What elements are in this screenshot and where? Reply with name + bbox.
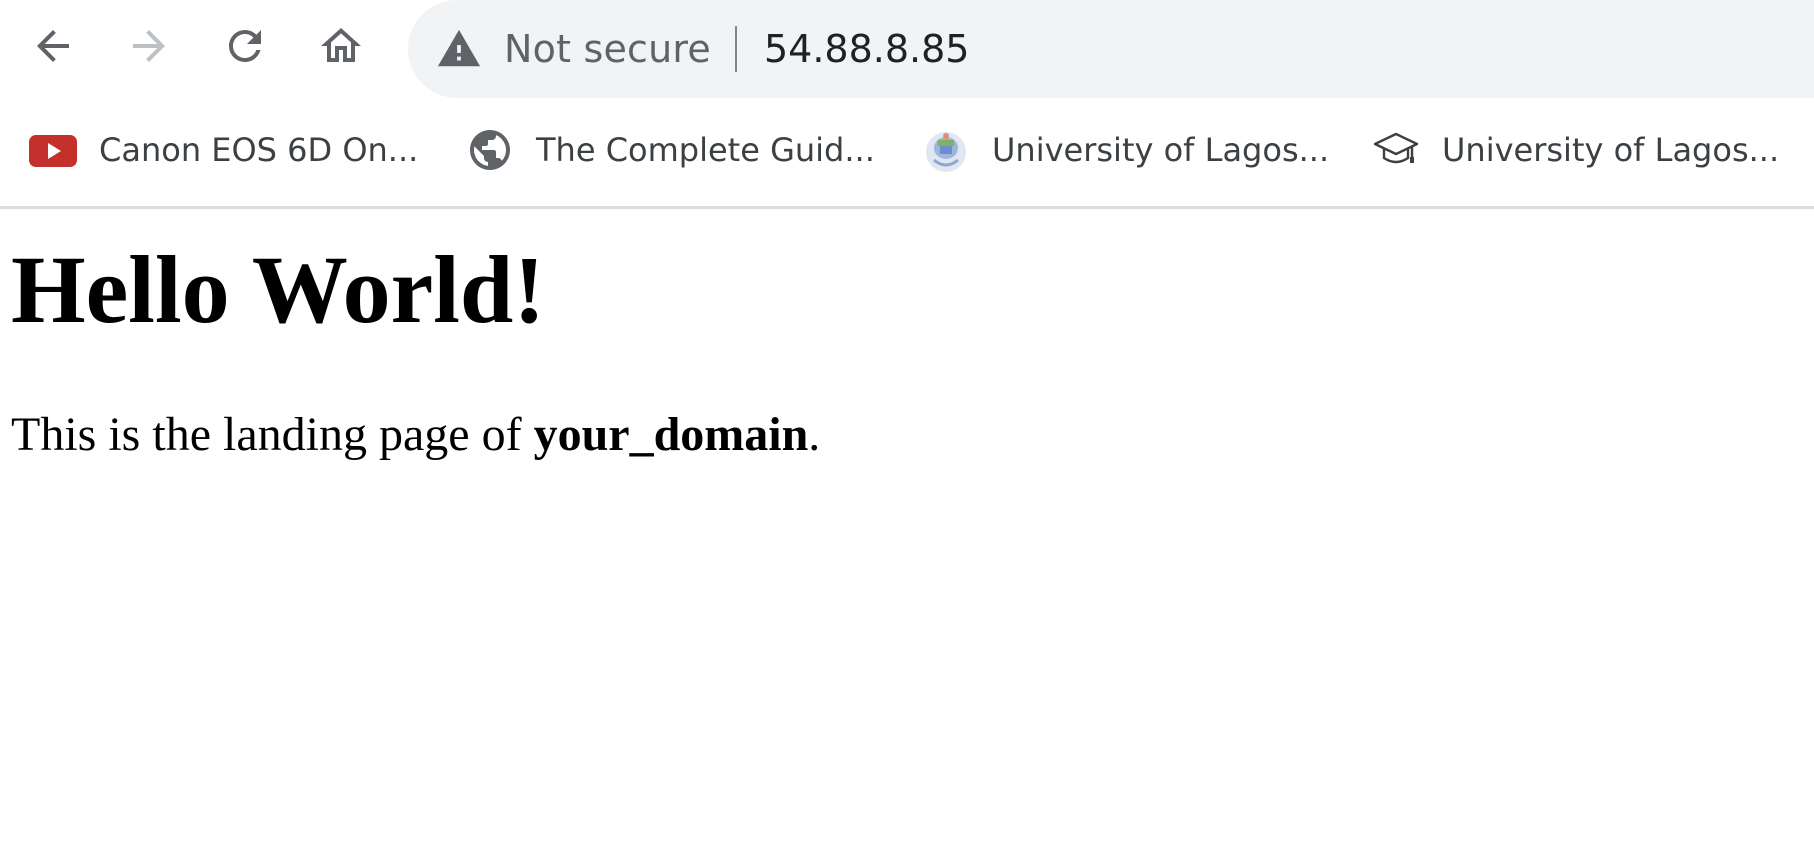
domain-name: your_domain: [533, 408, 809, 461]
warning-triangle-icon: [437, 29, 481, 67]
bookmark-university-of-lagos-1[interactable]: University of Lagos...: [922, 120, 1329, 180]
bookmark-university-of-lagos-2[interactable]: University of Lagos...: [1372, 120, 1779, 180]
back-button[interactable]: [21, 14, 85, 78]
bookmark-label: University of Lagos...: [992, 131, 1330, 169]
paragraph-text: This is the landing page of: [11, 408, 534, 461]
address-bar[interactable]: Not secure 54.88.8.85: [408, 0, 1814, 98]
not-secure-label: Not secure: [504, 27, 711, 71]
url-text[interactable]: 54.88.8.85: [764, 22, 969, 76]
forward-button[interactable]: [117, 14, 181, 78]
page-heading: Hello World!: [11, 236, 546, 343]
omnibox-divider: [735, 26, 737, 72]
arrow-left-icon: [37, 30, 69, 62]
arrow-right-icon: [133, 30, 165, 62]
page-content: Hello World! This is the landing page of…: [0, 209, 1814, 841]
bookmark-label: University of Lagos...: [1442, 131, 1780, 169]
landing-paragraph: This is the landing page of your_domain.: [11, 405, 820, 465]
reload-button[interactable]: [213, 14, 277, 78]
bookmark-complete-guide[interactable]: The Complete Guid...: [466, 120, 875, 180]
globe-icon: [466, 126, 514, 174]
youtube-icon: [29, 126, 77, 174]
paragraph-end: .: [808, 408, 821, 461]
graduation-cap-icon: [1372, 126, 1420, 174]
browser-toolbar: Not secure 54.88.8.85: [0, 0, 1814, 98]
bookmarks-bar: Canon EOS 6D On... The Complete Guid... …: [0, 98, 1814, 209]
security-indicator[interactable]: Not secure: [436, 22, 711, 76]
home-icon: [321, 28, 361, 62]
university-logo-icon: [922, 126, 970, 174]
bookmark-canon-eos[interactable]: Canon EOS 6D On...: [29, 120, 418, 180]
home-button[interactable]: [309, 14, 373, 78]
bookmark-label: The Complete Guid...: [536, 131, 875, 169]
bookmark-label: Canon EOS 6D On...: [99, 131, 419, 169]
reload-icon: [229, 29, 261, 62]
